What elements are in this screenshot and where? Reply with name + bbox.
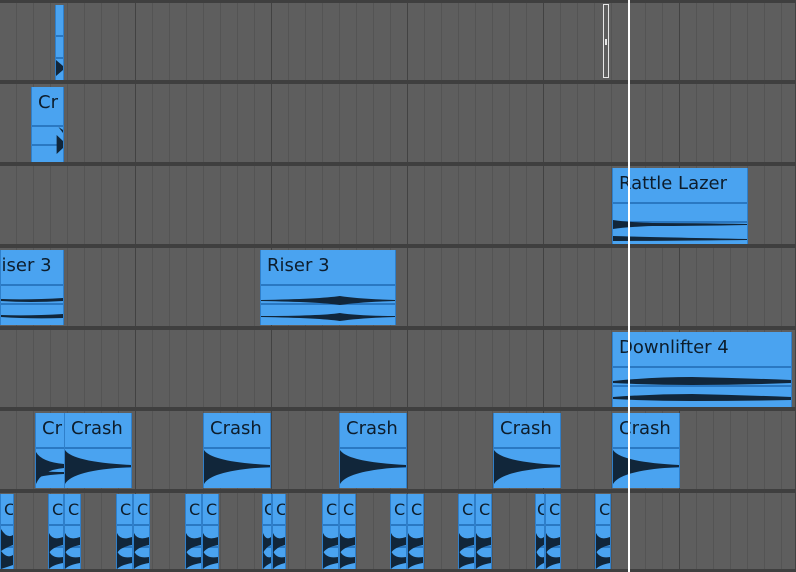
track-divider[interactable]: [0, 244, 796, 248]
audio-clip[interactable]: [55, 5, 64, 80]
clip-name: C: [549, 500, 561, 519]
clip-name: Crash: [346, 418, 398, 439]
clip-name: Riser 3: [1, 255, 52, 276]
audio-clip[interactable]: Crash: [493, 413, 561, 488]
audio-clip[interactable]: Crash: [612, 413, 680, 488]
clip-name: Rattle Lazer: [619, 173, 728, 194]
clip-name: C: [189, 500, 201, 519]
audio-clip[interactable]: Rattle Lazer: [612, 168, 748, 244]
audio-clip[interactable]: C: [48, 494, 64, 569]
clip-name: C: [537, 496, 544, 524]
audio-clip[interactable]: C: [545, 494, 561, 569]
audio-clip[interactable]: C: [133, 494, 150, 569]
audio-clip[interactable]: C: [272, 494, 286, 569]
audio-clip[interactable]: C: [0, 494, 14, 569]
audio-clip[interactable]: Cr: [31, 87, 64, 162]
loop-marker[interactable]: [603, 4, 609, 78]
clip-name: C: [411, 500, 423, 519]
clip-name: C: [394, 500, 406, 519]
audio-clip[interactable]: C: [390, 494, 407, 569]
clip-name: Riser 3: [267, 255, 330, 276]
clip-name: C: [264, 496, 271, 524]
clip-name: Crash: [500, 418, 552, 439]
audio-clip[interactable]: C: [64, 494, 81, 569]
clip-name: Crash: [71, 418, 123, 439]
clip-name: C: [276, 496, 285, 524]
track-divider[interactable]: [0, 326, 796, 330]
clip-name: C: [52, 500, 64, 519]
audio-clip[interactable]: C: [262, 494, 272, 569]
audio-clip[interactable]: C: [339, 494, 356, 569]
clip-name: Cr: [38, 92, 58, 113]
track-divider[interactable]: [0, 489, 796, 493]
audio-clip[interactable]: C: [535, 494, 545, 569]
audio-clip[interactable]: Riser 3: [0, 250, 64, 325]
audio-clip[interactable]: C: [202, 494, 219, 569]
audio-clip[interactable]: Crash: [203, 413, 271, 488]
audio-clip[interactable]: C: [475, 494, 492, 569]
track-divider[interactable]: [0, 80, 796, 84]
clip-name: Cr: [42, 418, 62, 439]
audio-clip[interactable]: C: [595, 494, 611, 569]
audio-clip[interactable]: C: [185, 494, 202, 569]
clip-name: C: [206, 500, 218, 519]
clip-name: C: [479, 500, 491, 519]
audio-clip[interactable]: Riser 3: [260, 250, 396, 325]
track-divider[interactable]: [0, 407, 796, 411]
audio-clip[interactable]: Downlifter 4: [612, 332, 792, 407]
arrangement-view[interactable]: Cr Rattle Lazer Riser 3 Riser 3 Downlift…: [0, 0, 796, 572]
track-divider[interactable]: [0, 162, 796, 166]
clip-name: C: [343, 500, 355, 519]
audio-clip[interactable]: C: [116, 494, 133, 569]
audio-clip[interactable]: Cr: [35, 413, 65, 488]
clip-name: C: [4, 496, 13, 524]
clip-name: C: [120, 500, 132, 519]
audio-clip[interactable]: C: [322, 494, 339, 569]
playhead[interactable]: [628, 0, 630, 572]
audio-clip[interactable]: Crash: [339, 413, 407, 488]
clip-name: Crash: [210, 418, 262, 439]
clip-name: C: [137, 500, 149, 519]
clip-name: C: [68, 500, 80, 519]
clip-name: Downlifter 4: [619, 337, 729, 358]
clip-name: C: [326, 500, 338, 519]
clip-name: C: [462, 500, 474, 519]
clip-name: C: [599, 500, 611, 519]
audio-clip[interactable]: C: [407, 494, 424, 569]
track-divider: [0, 0, 796, 3]
audio-clip[interactable]: Crash: [64, 413, 132, 488]
audio-clip[interactable]: C: [458, 494, 475, 569]
